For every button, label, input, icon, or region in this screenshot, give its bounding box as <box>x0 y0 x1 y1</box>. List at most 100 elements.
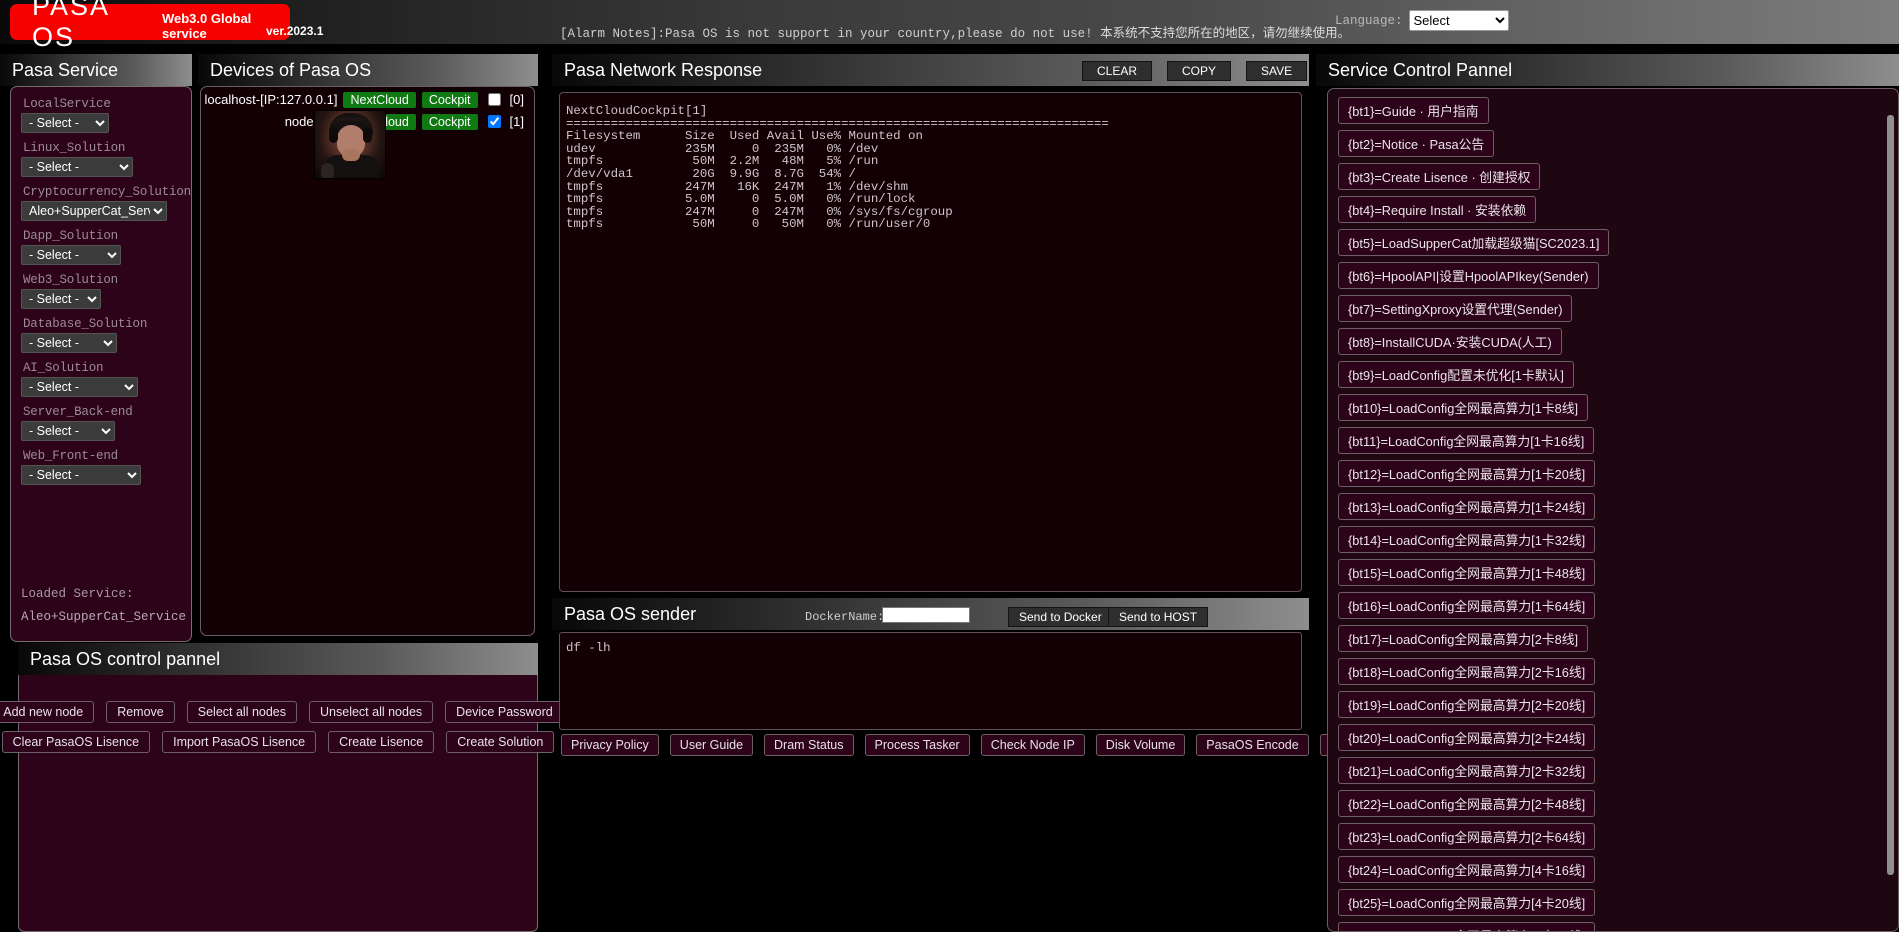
language-label: Language: <box>1335 13 1403 28</box>
service-field-select-0[interactable]: - Select - <box>21 113 109 133</box>
service-control-button-15[interactable]: {bt15}=LoadConfig全网最高算力[1卡48线] <box>1338 559 1596 586</box>
alarm-notes-en: [Alarm Notes]:Pasa OS is not support in … <box>560 27 1101 41</box>
service-control-button-17[interactable]: {bt17}=LoadConfig全网最高算力[2卡8线] <box>1338 625 1589 652</box>
service-control-button-14[interactable]: {bt14}=LoadConfig全网最高算力[1卡32线] <box>1338 526 1596 553</box>
sender-bottom-button-1[interactable]: User Guide <box>669 734 754 756</box>
sender-bottom-button-4[interactable]: Check Node IP <box>980 734 1085 756</box>
service-control-button-7[interactable]: {bt7}=SettingXproxy设置代理(Sender) <box>1338 295 1573 322</box>
service-control-pannel-title: Service Control Pannel <box>1328 59 1513 80</box>
app-logo: PASA OS Web3.0 Global service <box>10 0 290 52</box>
service-field-label-5: Database_Solution <box>23 317 148 331</box>
loaded-service-label: Loaded Service: <box>21 587 134 601</box>
language-select[interactable]: Select <box>1408 10 1509 31</box>
network-copy-button[interactable]: COPY <box>1167 61 1232 81</box>
control-pannel-button-4[interactable]: Device Password <box>445 701 564 723</box>
alarm-notes: [Alarm Notes]:Pasa OS is not support in … <box>560 22 1350 41</box>
service-field-select-5[interactable]: - Select - <box>21 333 117 353</box>
control-pannel-title: Pasa OS control pannel <box>30 648 221 669</box>
portrait-headphone-left <box>329 127 338 143</box>
sender-bottom-button-0[interactable]: Privacy Policy <box>561 734 659 756</box>
service-control-button-20[interactable]: {bt20}=LoadConfig全网最高算力[2卡24线] <box>1338 724 1596 751</box>
service-control-button-list: {bt1}=Guide · 用户指南 {bt2}=Notice · Pasa公告 {… <box>1338 97 1898 931</box>
service-control-button-23[interactable]: {bt23}=LoadConfig全网最高算力[2卡64线] <box>1338 823 1596 850</box>
portrait-headphone-right <box>363 127 372 143</box>
service-control-button-19[interactable]: {bt19}=LoadConfig全网最高算力[2卡20线] <box>1338 691 1596 718</box>
service-control-button-16[interactable]: {bt16}=LoadConfig全网最高算力[1卡64线] <box>1338 592 1596 619</box>
service-field-label-7: Server_Back-end <box>23 405 133 419</box>
service-control-button-9[interactable]: {bt9}=LoadConfig配置未优化[1卡默认] <box>1338 361 1574 388</box>
device-thumbnail-image <box>314 110 386 179</box>
control-pannel-header: Pasa OS control pannel <box>18 643 538 675</box>
device-checkbox[interactable] <box>487 93 501 106</box>
sender-bottom-button-6[interactable]: PasaOS Encode <box>1196 734 1309 756</box>
control-pannel-button-3[interactable]: Create Solution <box>446 731 555 753</box>
service-control-button-12[interactable]: {bt12}=LoadConfig全网最高算力[1卡20线] <box>1338 460 1596 487</box>
device-index: [1] <box>509 114 524 129</box>
service-field-label-8: Web_Front-end <box>23 449 118 463</box>
control-pannel-button-0[interactable]: Add new node <box>0 701 95 723</box>
service-control-button-24[interactable]: {bt24}=LoadConfig全网最高算力[4卡16线] <box>1338 856 1596 883</box>
service-field-select-2[interactable]: Aleo+SupperCat_Service <box>21 201 167 221</box>
device-checkbox[interactable] <box>487 115 501 128</box>
service-field-select-1[interactable]: - Select - <box>21 157 133 177</box>
service-field-label-4: Web3_Solution <box>23 273 118 287</box>
docker-name-label: DockerName: <box>805 610 885 624</box>
service-control-button-22[interactable]: {bt22}=LoadConfig全网最高算力[2卡48线] <box>1338 790 1596 817</box>
docker-name-input[interactable] <box>882 607 970 623</box>
service-field-select-8[interactable]: - Select - <box>21 465 141 485</box>
pasa-os-window: PASA OS Web3.0 Global service ver.2023.1… <box>0 0 1899 932</box>
service-field-label-3: Dapp_Solution <box>23 229 118 243</box>
portrait-hand <box>342 149 360 161</box>
sender-command-input[interactable]: df -lh <box>559 632 1302 730</box>
service-control-button-13[interactable]: {bt13}=LoadConfig全网最高算力[1卡24线] <box>1338 493 1596 520</box>
service-control-scrollbar[interactable] <box>1887 115 1894 875</box>
network-toolbar: CLEAR COPY SAVE <box>1082 61 1308 81</box>
device-cockpit-button[interactable]: Cockpit <box>421 91 478 108</box>
send-to-host-button[interactable]: Send to HOST <box>1108 607 1209 627</box>
device-index: [0] <box>509 92 524 107</box>
loaded-service-value: Aleo+SupperCat_Service <box>21 610 187 624</box>
service-control-button-11[interactable]: {bt11}=LoadConfig全网最高算力[1卡16线] <box>1338 427 1595 454</box>
service-control-button-5[interactable]: {bt5}=LoadSupperCat加载超级猫[SC2023.1] <box>1338 229 1610 256</box>
service-control-button-4[interactable]: {bt4}=Require Install · 安装依赖 <box>1338 196 1537 223</box>
control-pannel-button-1[interactable]: Remove <box>106 701 175 723</box>
service-control-button-21[interactable]: {bt21}=LoadConfig全网最高算力[2卡32线] <box>1338 757 1596 784</box>
control-pannel-button-0[interactable]: Clear PasaOS Lisence <box>1 731 151 753</box>
sender-title: Pasa OS sender <box>564 603 697 624</box>
pasa-service-body: LocalService - Select - Linux_Solution - Se… <box>10 86 192 642</box>
device-cockpit-button[interactable]: Cockpit <box>421 113 478 130</box>
service-control-button-3[interactable]: {bt3}=Create Lisence · 创建授权 <box>1338 163 1541 190</box>
service-field-select-3[interactable]: - Select - <box>21 245 121 265</box>
service-control-button-2[interactable]: {bt2}=Notice · Pasa公告 <box>1338 130 1495 157</box>
service-field-select-4[interactable]: - Select - <box>21 289 101 309</box>
control-pannel-button-1[interactable]: Import PasaOS Lisence <box>162 731 317 753</box>
pasa-service-header: Pasa Service <box>0 54 192 86</box>
service-control-button-10[interactable]: {bt10}=LoadConfig全网最高算力[1卡8线] <box>1338 394 1589 421</box>
terminal-output: NextCloudCockpit[1] ====================… <box>566 104 1109 232</box>
device-nextcloud-button[interactable]: NextCloud <box>343 91 416 108</box>
service-control-pannel-header: Service Control Pannel <box>1316 54 1899 86</box>
network-save-button[interactable]: SAVE <box>1246 61 1308 81</box>
sender-bottom-button-5[interactable]: Disk Volume <box>1095 734 1186 756</box>
service-field-select-7[interactable]: - Select - <box>21 421 115 441</box>
control-pannel-row-2: Clear PasaOS Lisence Import PasaOS Lisenc… <box>1 731 555 753</box>
pasa-service-fields: LocalService - Select - Linux_Solution - Se… <box>21 97 191 493</box>
sender-bottom-button-2[interactable]: Dram Status <box>764 734 854 756</box>
portrait-microphone <box>321 163 334 178</box>
service-control-button-8[interactable]: {bt8}=InstallCUDA·安装CUDA(人工) <box>1338 328 1562 355</box>
service-control-button-1[interactable]: {bt1}=Guide · 用户指南 <box>1338 97 1489 124</box>
control-pannel-button-3[interactable]: Unselect all nodes <box>309 701 434 723</box>
language-selector: Language: Select <box>1335 10 1509 31</box>
sender-bottom-button-3[interactable]: Process Tasker <box>864 734 970 756</box>
service-field-label-2: Cryptocurrency_Solution <box>23 185 191 199</box>
send-to-docker-button[interactable]: Send to Docker <box>1008 607 1113 627</box>
service-control-button-18[interactable]: {bt18}=LoadConfig全网最高算力[2卡16线] <box>1338 658 1596 685</box>
service-field-label-1: Linux_Solution <box>23 141 126 155</box>
control-pannel-button-2[interactable]: Create Lisence <box>328 731 435 753</box>
service-control-button-26[interactable]: {bt26}=LoadConfig全网最高算力[4卡24线] <box>1338 922 1596 931</box>
control-pannel-button-2[interactable]: Select all nodes <box>186 701 298 723</box>
service-control-button-6[interactable]: {bt6}=HpoolAPI|设置HpoolAPIkey(Sender) <box>1338 262 1599 289</box>
service-field-select-6[interactable]: - Select - <box>21 377 138 397</box>
service-control-button-25[interactable]: {bt25}=LoadConfig全网最高算力[4卡20线] <box>1338 889 1596 916</box>
network-clear-button[interactable]: CLEAR <box>1082 61 1153 81</box>
